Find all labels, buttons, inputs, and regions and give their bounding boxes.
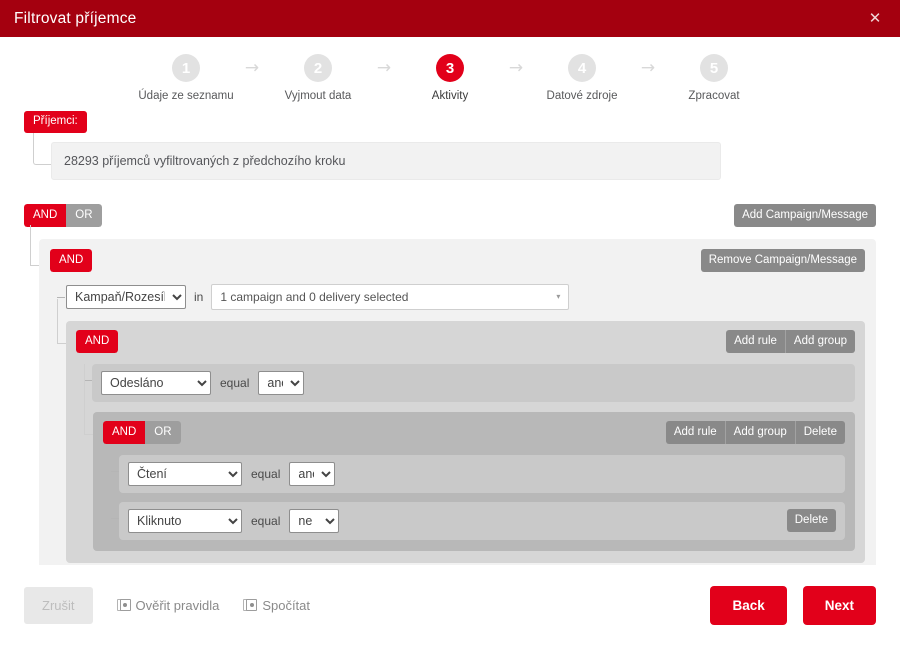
campaign-group-connector-h xyxy=(30,264,39,266)
recipients-badge: Příjemci: xyxy=(24,111,87,133)
campaign-group: AND Remove Campaign/Message Kampaň/Rozes… xyxy=(30,224,876,565)
step-3-number: 3 xyxy=(436,54,464,82)
table-row: Čtení equal ano xyxy=(111,454,845,493)
campaign-and-button[interactable]: AND xyxy=(50,248,93,272)
campaign-row-tick xyxy=(57,296,65,298)
rule-value-select-cteni[interactable]: ano xyxy=(289,461,336,486)
rule-field-select-cteni[interactable]: Čtení xyxy=(128,461,242,486)
campaign-picker-value: 1 campaign and 0 delivery selected xyxy=(220,289,409,304)
step-2[interactable]: 2 Vyjmout data xyxy=(269,54,367,102)
root-group-header: AND OR Add Campaign/Message xyxy=(24,203,876,229)
step-arrow-icon-1: → xyxy=(244,58,260,78)
back-button[interactable]: Back xyxy=(710,585,787,625)
count-action[interactable]: Spočítat xyxy=(243,598,310,613)
campaign-group-header: AND Remove Campaign/Message xyxy=(50,248,865,274)
deepest-group-connector-v xyxy=(84,363,85,434)
campaign-condition-switch: AND xyxy=(50,248,93,272)
rule-operator-label-cteni: equal xyxy=(251,466,281,481)
dialog-titlebar: Filtrovat příjemce ✕ xyxy=(0,0,900,37)
step-2-number: 2 xyxy=(304,54,332,82)
campaign-field-select[interactable]: Kampaň/Rozesílka xyxy=(66,284,186,309)
inner-group-header: AND Add rule Add group xyxy=(76,329,855,355)
root-or-button[interactable]: OR xyxy=(66,203,102,227)
rule-operator-label-kliknuto: equal xyxy=(251,513,281,528)
rule-tick xyxy=(84,379,92,381)
step-4-number: 4 xyxy=(568,54,596,82)
rule-field-select-kliknuto[interactable]: Kliknuto xyxy=(128,508,242,533)
campaign-group-actions: Remove Campaign/Message xyxy=(700,248,865,272)
step-1-label: Údaje ze seznamu xyxy=(138,90,234,102)
table-row: Odesláno equal ano xyxy=(84,363,855,402)
recipients-block: Příjemci: 28293 příjemců vyfiltrovaných … xyxy=(24,111,900,180)
campaign-picker[interactable]: 1 campaign and 0 delivery selected ▾ xyxy=(211,283,570,310)
step-1[interactable]: 1 Údaje ze seznamu xyxy=(137,54,235,102)
root-and-button[interactable]: AND xyxy=(24,203,67,227)
step-4[interactable]: 4 Datové zdroje xyxy=(533,54,631,102)
deepest-group: AND OR Add rule Add group Delete Čtení e… xyxy=(84,363,855,551)
validate-rules-icon xyxy=(116,598,131,612)
recipients-connector xyxy=(33,133,51,165)
campaign-group-connector-v xyxy=(30,224,31,265)
campaign-in-label: in xyxy=(194,289,204,304)
inner-and-button[interactable]: AND xyxy=(76,329,119,353)
step-arrow-icon-3: → xyxy=(508,58,524,78)
step-5-label: Zpracovat xyxy=(688,90,740,102)
inner-group-actions: Add rule Add group xyxy=(726,329,855,353)
inner-group: AND Add rule Add group Odesláno equal an… xyxy=(57,298,865,563)
inner-add-rule-button[interactable]: Add rule xyxy=(726,329,786,353)
root-condition-switch: AND OR xyxy=(24,203,102,227)
deepest-group-actions: Add rule Add group Delete xyxy=(665,420,845,444)
root-actions: Add Campaign/Message xyxy=(734,203,876,227)
inner-group-connector-h xyxy=(57,342,66,344)
recipients-info-box: 28293 příjemců vyfiltrovaných z předchoz… xyxy=(51,141,721,180)
close-icon[interactable]: ✕ xyxy=(864,8,886,30)
dialog-title: Filtrovat příjemce xyxy=(14,9,137,27)
deepest-group-connector-h xyxy=(84,433,93,435)
validate-rules-label: Ověřit pravidla xyxy=(135,597,220,613)
inner-condition-switch: AND xyxy=(76,329,119,353)
chevron-down-icon: ▾ xyxy=(556,292,561,301)
deepest-or-button[interactable]: OR xyxy=(145,420,181,444)
step-arrow-icon-2: → xyxy=(376,58,392,78)
add-campaign-message-button[interactable]: Add Campaign/Message xyxy=(734,203,876,227)
count-icon xyxy=(243,598,258,612)
filter-recipients-dialog: Filtrovat příjemce ✕ 1 Údaje ze seznamu … xyxy=(0,0,900,645)
inner-group-connector-v xyxy=(57,298,58,343)
deepest-delete-button[interactable]: Delete xyxy=(795,420,845,444)
dialog-body: 1 Údaje ze seznamu → 2 Vyjmout data → 3 … xyxy=(0,37,900,565)
deepest-add-rule-button[interactable]: Add rule xyxy=(665,420,726,444)
step-3-label: Aktivity xyxy=(431,90,469,102)
cancel-button[interactable]: Zrušit xyxy=(24,586,93,624)
campaign-rule-row: Kampaň/Rozesílka in 1 campaign and 0 del… xyxy=(57,283,865,310)
table-row: Kliknuto equal ne Delete xyxy=(111,501,845,540)
deepest-group-header: AND OR Add rule Add group Delete xyxy=(103,420,845,446)
deepest-condition-switch: AND OR xyxy=(103,420,181,444)
rule-delete-button-kliknuto[interactable]: Delete xyxy=(786,508,836,533)
rule-value-select-kliknuto[interactable]: ne xyxy=(289,508,340,533)
step-3[interactable]: 3 Aktivity xyxy=(401,54,499,102)
deepest-and-button[interactable]: AND xyxy=(103,420,146,444)
step-arrow-icon-4: → xyxy=(640,58,656,78)
rule-tick xyxy=(111,517,119,519)
dialog-footer: Zrušit Ověřit pravidla Spočítat Back Nex… xyxy=(0,565,900,645)
step-5[interactable]: 5 Zpracovat xyxy=(665,54,763,102)
step-5-number: 5 xyxy=(700,54,728,82)
inner-add-group-button[interactable]: Add group xyxy=(785,329,855,353)
query-builder-root: AND OR Add Campaign/Message AND Remove C… xyxy=(24,203,876,565)
next-button[interactable]: Next xyxy=(802,585,876,625)
rule-tick xyxy=(111,470,119,472)
rule-field-select-odeslano[interactable]: Odesláno xyxy=(101,370,211,395)
validate-rules-action[interactable]: Ověřit pravidla xyxy=(116,597,220,613)
remove-campaign-message-button[interactable]: Remove Campaign/Message xyxy=(700,248,865,272)
step-1-number: 1 xyxy=(172,54,200,82)
rule-value-select-odeslano[interactable]: ano xyxy=(258,370,305,395)
deepest-add-group-button[interactable]: Add group xyxy=(725,420,796,444)
step-2-label: Vyjmout data xyxy=(284,90,352,102)
wizard-stepper: 1 Údaje ze seznamu → 2 Vyjmout data → 3 … xyxy=(0,37,900,102)
step-4-label: Datové zdroje xyxy=(546,90,618,102)
rule-operator-label-odeslano: equal xyxy=(220,375,250,390)
count-label: Spočítat xyxy=(262,597,311,613)
